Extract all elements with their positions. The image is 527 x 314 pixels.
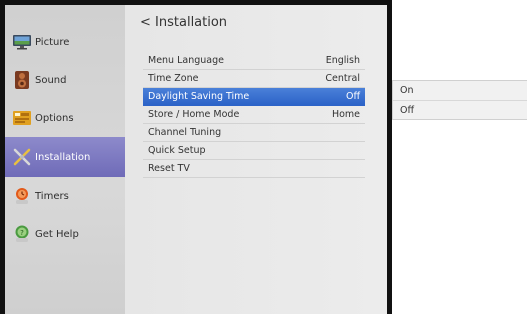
page-title-text: Installation (155, 15, 228, 30)
menu-item-time-zone[interactable]: Time Zone Central (143, 70, 365, 88)
sound-icon (12, 70, 32, 90)
sidebar-item-timers[interactable]: Timers (5, 177, 125, 215)
tv-screen: Picture Sound Options Installation Timer… (5, 5, 387, 314)
options-icon (12, 108, 32, 128)
sidebar-item-label: Installation (35, 151, 91, 163)
sidebar-item-label: Picture (35, 36, 70, 48)
sidebar-item-label: Timers (35, 190, 69, 202)
menu-item-daylight-saving-time[interactable]: Daylight Saving Time Off (143, 88, 365, 106)
sidebar-item-sound[interactable]: Sound (5, 61, 125, 99)
timer-icon (12, 186, 32, 206)
menu-item-label: Time Zone (148, 73, 199, 84)
menu-item-value: Home (331, 109, 360, 120)
menu-item-value: Off (345, 91, 360, 102)
sidebar-item-picture[interactable]: Picture (5, 23, 125, 61)
menu-item-label: Menu Language (148, 55, 224, 66)
help-icon: ? (12, 224, 32, 244)
sidebar-item-options[interactable]: Options (5, 99, 125, 137)
picture-icon (12, 32, 32, 52)
sidebar-item-get-help[interactable]: ? Get Help (5, 215, 125, 253)
main-panel: < Installation Menu Language English Tim… (125, 5, 387, 314)
option-off[interactable]: Off (393, 100, 527, 119)
menu-item-store-home-mode[interactable]: Store / Home Mode Home (143, 106, 365, 124)
menu-item-channel-tuning[interactable]: Channel Tuning (143, 124, 365, 142)
sidebar-item-label: Sound (35, 74, 67, 86)
sidebar-item-label: Options (35, 112, 74, 124)
installation-icon (12, 147, 32, 167)
page-title: < Installation (140, 15, 227, 30)
sidebar: Picture Sound Options Installation Timer… (5, 5, 125, 314)
daylight-saving-options-popup: On Off (392, 80, 527, 120)
sidebar-item-installation[interactable]: Installation (5, 137, 125, 177)
menu-item-reset-tv[interactable]: Reset TV (143, 160, 365, 178)
menu-item-menu-language[interactable]: Menu Language English (143, 52, 365, 70)
menu-item-label: Daylight Saving Time (148, 91, 250, 102)
menu-item-quick-setup[interactable]: Quick Setup (143, 142, 365, 160)
menu-item-label: Store / Home Mode (148, 109, 240, 120)
settings-menu: Menu Language English Time Zone Central … (143, 52, 365, 178)
sidebar-item-label: Get Help (35, 228, 79, 240)
tv-frame: Picture Sound Options Installation Timer… (0, 0, 392, 314)
option-on[interactable]: On (393, 81, 527, 100)
menu-item-value: English (325, 55, 360, 66)
menu-item-label: Reset TV (148, 163, 190, 174)
back-icon[interactable]: < (140, 15, 151, 30)
svg-text:?: ? (20, 229, 24, 237)
menu-item-label: Quick Setup (148, 145, 206, 156)
menu-item-value: Central (325, 73, 360, 84)
menu-item-label: Channel Tuning (148, 127, 222, 138)
